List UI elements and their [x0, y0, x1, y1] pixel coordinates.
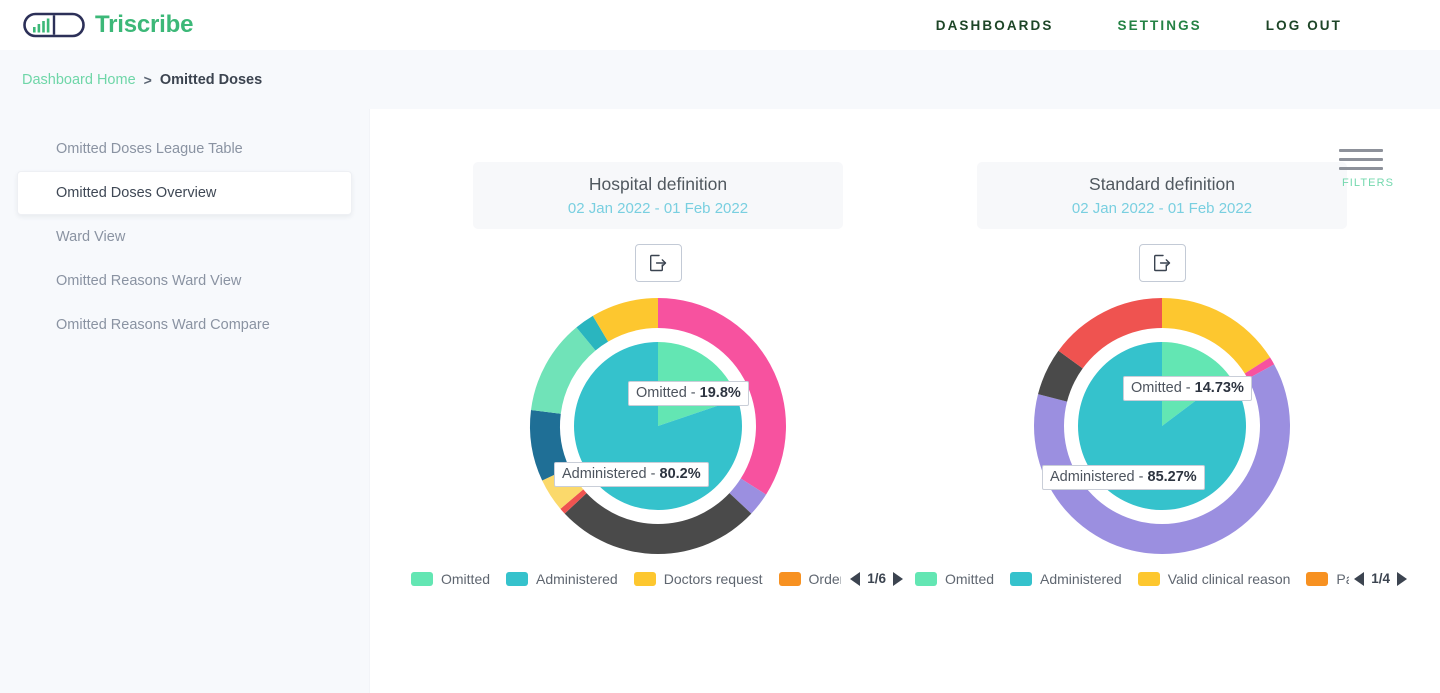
chart-title-hospital: Hospital definition: [588, 174, 728, 194]
charts-row: Hospital definition 02 Jan 2022 - 01 Feb…: [370, 109, 1420, 587]
sidebar-item-omitted-doses-overview[interactable]: Omitted Doses Overview: [17, 171, 352, 215]
legend-item[interactable]: Order susp: [778, 570, 841, 587]
legend-label: Administered: [536, 570, 618, 587]
chevron-right-icon[interactable]: [1396, 571, 1408, 587]
breadcrumb: Dashboard Home > Omitted Doses: [0, 50, 1440, 109]
legend-label: Omitted: [441, 570, 491, 587]
export-button-standard[interactable]: [1138, 243, 1186, 282]
chevron-left-icon[interactable]: [1353, 571, 1365, 587]
legend-item[interactable]: Administered: [1010, 571, 1122, 587]
legend-swatch-icon: [778, 571, 801, 586]
nav-log-out[interactable]: LOG OUT: [1266, 18, 1342, 33]
sidebar-item-ward-view[interactable]: Ward View: [17, 215, 352, 259]
legend-item[interactable]: Doctors request: [633, 570, 763, 587]
hamburger-menu-icon: [1339, 149, 1397, 170]
legend-item[interactable]: Administered: [506, 571, 618, 587]
legend-pager-hospital: 1/6: [849, 571, 910, 587]
legend-page-number: 1/4: [1371, 571, 1390, 587]
sidebar-item-omitted-doses-league-table[interactable]: Omitted Doses League Table: [17, 127, 352, 171]
legend-swatch-icon: [915, 571, 937, 586]
pill-capsule-chart-icon: [23, 12, 85, 38]
donut-svg-hospital: [530, 297, 786, 554]
main-content: FILTERS Hospital definition 02 Jan 2022 …: [370, 109, 1420, 693]
breadcrumb-separator: >: [143, 71, 152, 88]
legend-pager-standard: 1/4: [1353, 571, 1414, 587]
tooltip-omitted-hospital: Omitted - 19.8%: [628, 380, 749, 407]
brand-logo-group[interactable]: Triscribe: [22, 10, 193, 40]
chevron-left-icon[interactable]: [849, 571, 861, 587]
sidebar-item-omitted-reasons-ward-view[interactable]: Omitted Reasons Ward View: [17, 259, 352, 303]
legend-standard: Omitted Administered Valid clinical reas…: [910, 571, 1414, 587]
top-navigation: DASHBOARDS SETTINGS LOG OUT: [936, 18, 1342, 33]
chevron-right-icon[interactable]: [892, 571, 904, 587]
top-bar: Triscribe DASHBOARDS SETTINGS LOG OUT: [0, 0, 1440, 50]
chart-date-range-hospital: 02 Jan 2022 - 01 Feb 2022: [567, 199, 749, 217]
sidebar-item-omitted-reasons-ward-compare[interactable]: Omitted Reasons Ward Compare: [17, 303, 352, 347]
legend-item[interactable]: Patient: [1306, 571, 1349, 587]
chart-date-range-standard: 02 Jan 2022 - 01 Feb 2022: [1071, 199, 1253, 217]
tooltip-administered-standard: Administered - 85.27%: [1042, 464, 1205, 491]
legend-swatch-icon: [506, 571, 529, 586]
legend-label: Doctors request: [663, 570, 763, 587]
export-document-icon: [1154, 254, 1171, 271]
legend-page-number: 1/6: [867, 571, 886, 587]
legend-label: Patient: [1336, 570, 1349, 587]
export-document-icon: [650, 254, 667, 271]
legend-item[interactable]: Omitted: [915, 571, 994, 587]
breadcrumb-current-page: Omitted Doses: [159, 71, 263, 88]
sidebar: Omitted Doses League Table Omitted Doses…: [0, 109, 370, 693]
chart-card-standard-definition: Standard definition 02 Jan 2022 - 01 Feb…: [910, 162, 1414, 587]
nav-settings[interactable]: SETTINGS: [1117, 18, 1201, 33]
page-body: Omitted Doses League Table Omitted Doses…: [0, 109, 1440, 693]
nav-dashboards[interactable]: DASHBOARDS: [936, 18, 1054, 33]
legend-swatch-icon: [411, 571, 433, 586]
donut-svg-standard: [1034, 297, 1290, 554]
tooltip-administered-hospital: Administered - 80.2%: [554, 461, 709, 488]
chart-header-standard: Standard definition 02 Jan 2022 - 01 Feb…: [977, 162, 1347, 229]
brand-name: Triscribe: [95, 11, 194, 38]
chart-card-hospital-definition: Hospital definition 02 Jan 2022 - 01 Feb…: [406, 162, 910, 587]
chart-title-standard: Standard definition: [1089, 174, 1235, 194]
filters-label: FILTERS: [1341, 177, 1395, 189]
legend-item[interactable]: Omitted: [411, 571, 490, 587]
chart-header-hospital: Hospital definition 02 Jan 2022 - 01 Feb…: [473, 162, 843, 229]
legend-swatch-icon: [633, 571, 656, 586]
legend-label: Order susp: [808, 570, 841, 587]
donut-chart-hospital[interactable]: Omitted - 19.8% Administered - 80.2%: [508, 297, 808, 555]
legend-hospital: Omitted Administered Doctors request Ord…: [406, 571, 910, 587]
legend-label: Omitted: [945, 570, 995, 587]
filters-button[interactable]: FILTERS: [1339, 149, 1397, 189]
legend-swatch-icon: [1306, 571, 1329, 586]
legend-label: Administered: [1040, 570, 1122, 587]
export-button-hospital[interactable]: [634, 243, 682, 282]
legend-swatch-icon: [1137, 571, 1160, 586]
donut-chart-standard[interactable]: Omitted - 14.73% Administered - 85.27%: [1012, 297, 1312, 555]
legend-item[interactable]: Valid clinical reason: [1137, 570, 1291, 587]
breadcrumb-home-link[interactable]: Dashboard Home: [22, 72, 136, 88]
legend-swatch-icon: [1010, 571, 1033, 586]
legend-label: Valid clinical reason: [1167, 570, 1291, 587]
tooltip-omitted-standard: Omitted - 14.73%: [1123, 375, 1252, 402]
